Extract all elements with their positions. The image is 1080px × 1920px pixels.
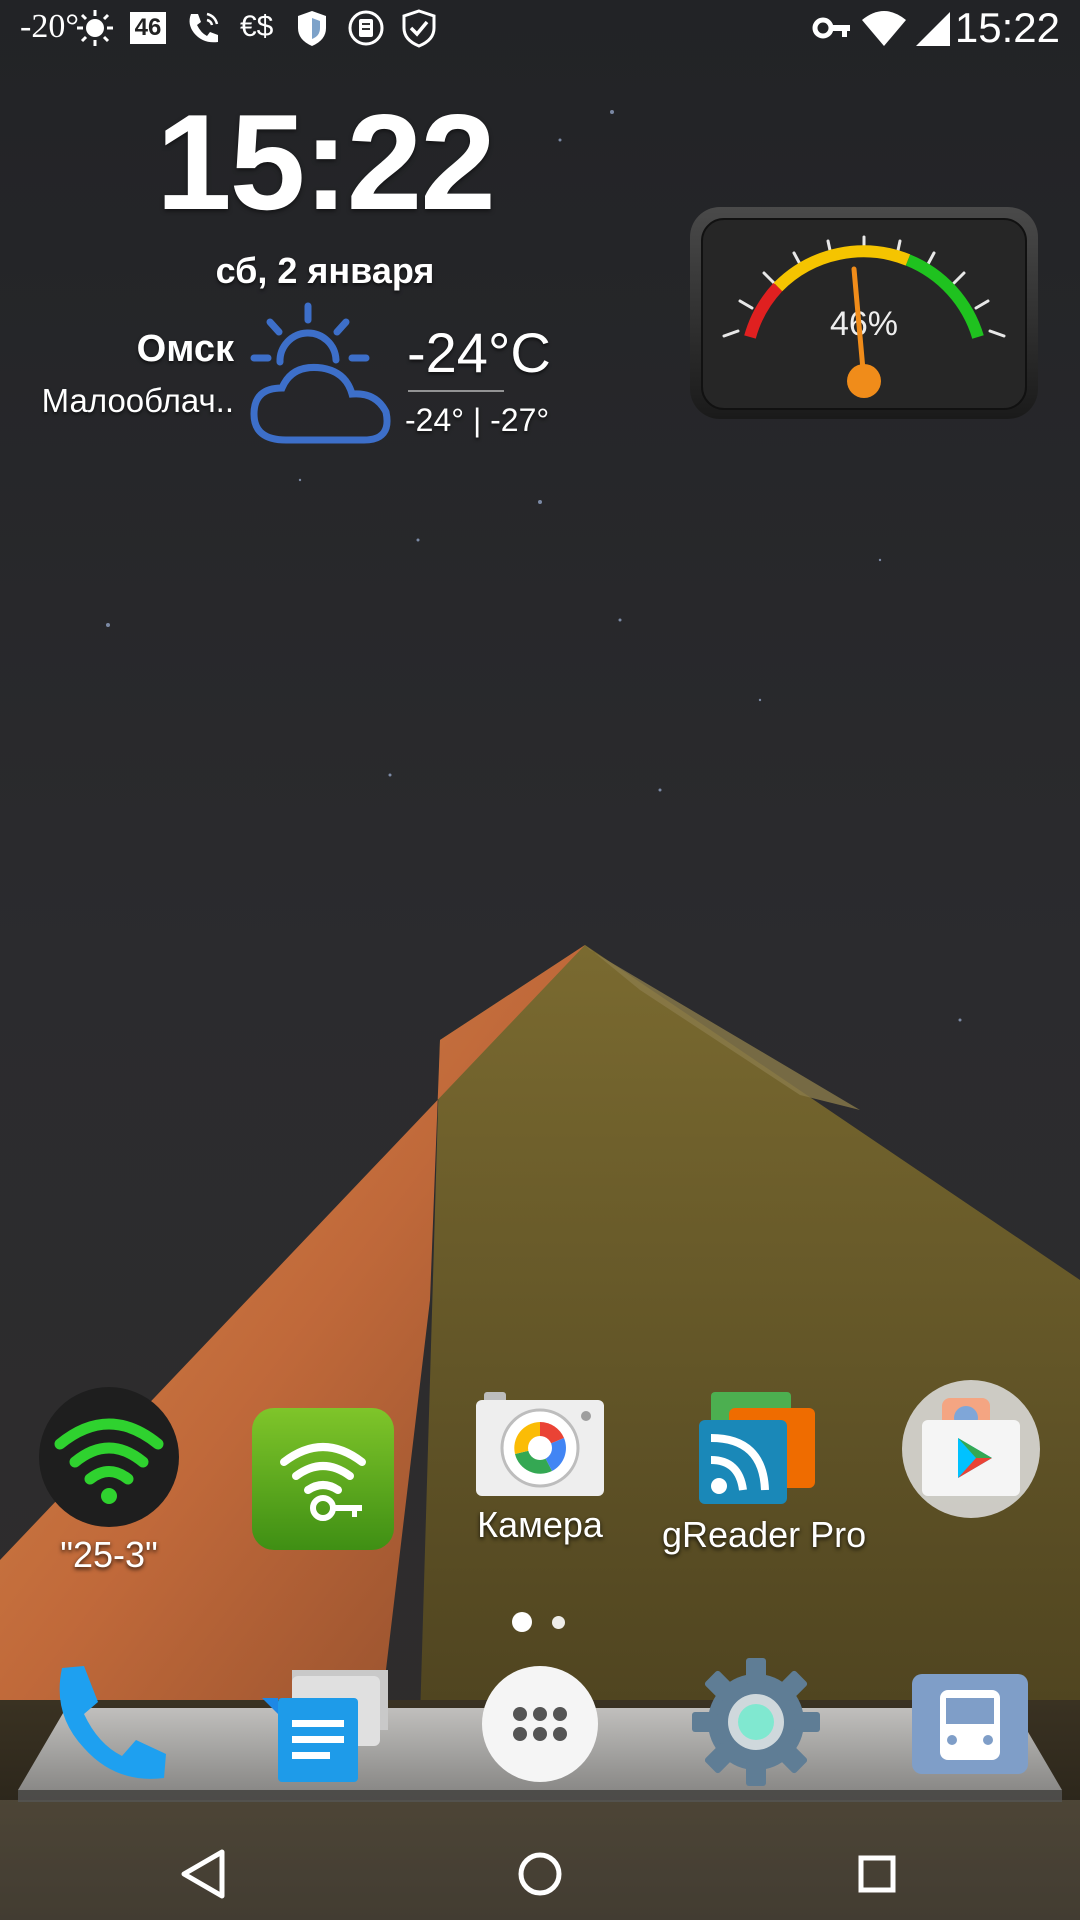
- partly-cloudy-icon[interactable]: [246, 302, 406, 452]
- wifi-icon: [862, 11, 906, 46]
- settings-icon[interactable]: [690, 1656, 822, 1788]
- weather-condition: Малооблач..: [41, 382, 234, 419]
- wifi-icon: [39, 1387, 179, 1527]
- app-drawer-icon[interactable]: [480, 1664, 600, 1784]
- vpn-key-icon: [812, 17, 850, 39]
- gauge-hub: [847, 364, 881, 398]
- phone-icon[interactable]: [46, 1662, 170, 1786]
- app-label: Камера: [477, 1504, 603, 1545]
- temperature-icon: -20°: [20, 8, 79, 45]
- home-icon[interactable]: [495, 1836, 585, 1912]
- status-bar: -20° 46 €$ 15:22: [0, 0, 1080, 56]
- widget-date[interactable]: сб, 2 января: [155, 250, 495, 292]
- bus-icon[interactable]: [910, 1672, 1030, 1776]
- back-icon[interactable]: [160, 1836, 250, 1912]
- status-clock: 15:22: [954, 4, 1060, 51]
- page-indicator-dot: [552, 1616, 565, 1629]
- battery-gauge-widget[interactable]: 46%: [688, 205, 1040, 423]
- app-label: gReader Pro: [662, 1514, 867, 1555]
- shield-icon: [298, 11, 326, 46]
- recents-icon[interactable]: [832, 1836, 922, 1912]
- network-46-icon: 46: [130, 12, 166, 44]
- clipboard-icon: [348, 10, 384, 46]
- shield-check-icon: [402, 9, 436, 48]
- wifi-25-3-widget[interactable]: "25-3": [14, 1386, 204, 1576]
- play-store-icon: [902, 1380, 1040, 1518]
- call-icon: [189, 12, 219, 43]
- camera-app[interactable]: Камера: [445, 1392, 635, 1546]
- brightness-icon: [77, 10, 113, 46]
- currency-icon: €$: [240, 10, 274, 43]
- weather-temperature: -24°C: [407, 321, 551, 384]
- wifi-key-app[interactable]: [228, 1406, 418, 1558]
- temperature-divider: [408, 390, 504, 392]
- widget-clock[interactable]: 15:22: [155, 92, 496, 232]
- app-label: "25-3": [60, 1534, 158, 1575]
- rss-icon: [699, 1392, 815, 1504]
- weather-city: Омск: [136, 328, 234, 370]
- weather-min-max: -24° | -27°: [405, 402, 550, 438]
- wifi-key-icon: [252, 1408, 394, 1550]
- camera-icon: [476, 1392, 604, 1496]
- navigation-bar: [0, 1826, 1080, 1920]
- gauge-value: 46%: [830, 305, 898, 343]
- page-indicator-dot-current: [512, 1612, 532, 1632]
- messages-icon[interactable]: [258, 1668, 392, 1784]
- cell-signal-icon: [916, 12, 950, 46]
- greader-app[interactable]: gReader Pro: [662, 1390, 867, 1556]
- play-store-folder[interactable]: [876, 1378, 1066, 1526]
